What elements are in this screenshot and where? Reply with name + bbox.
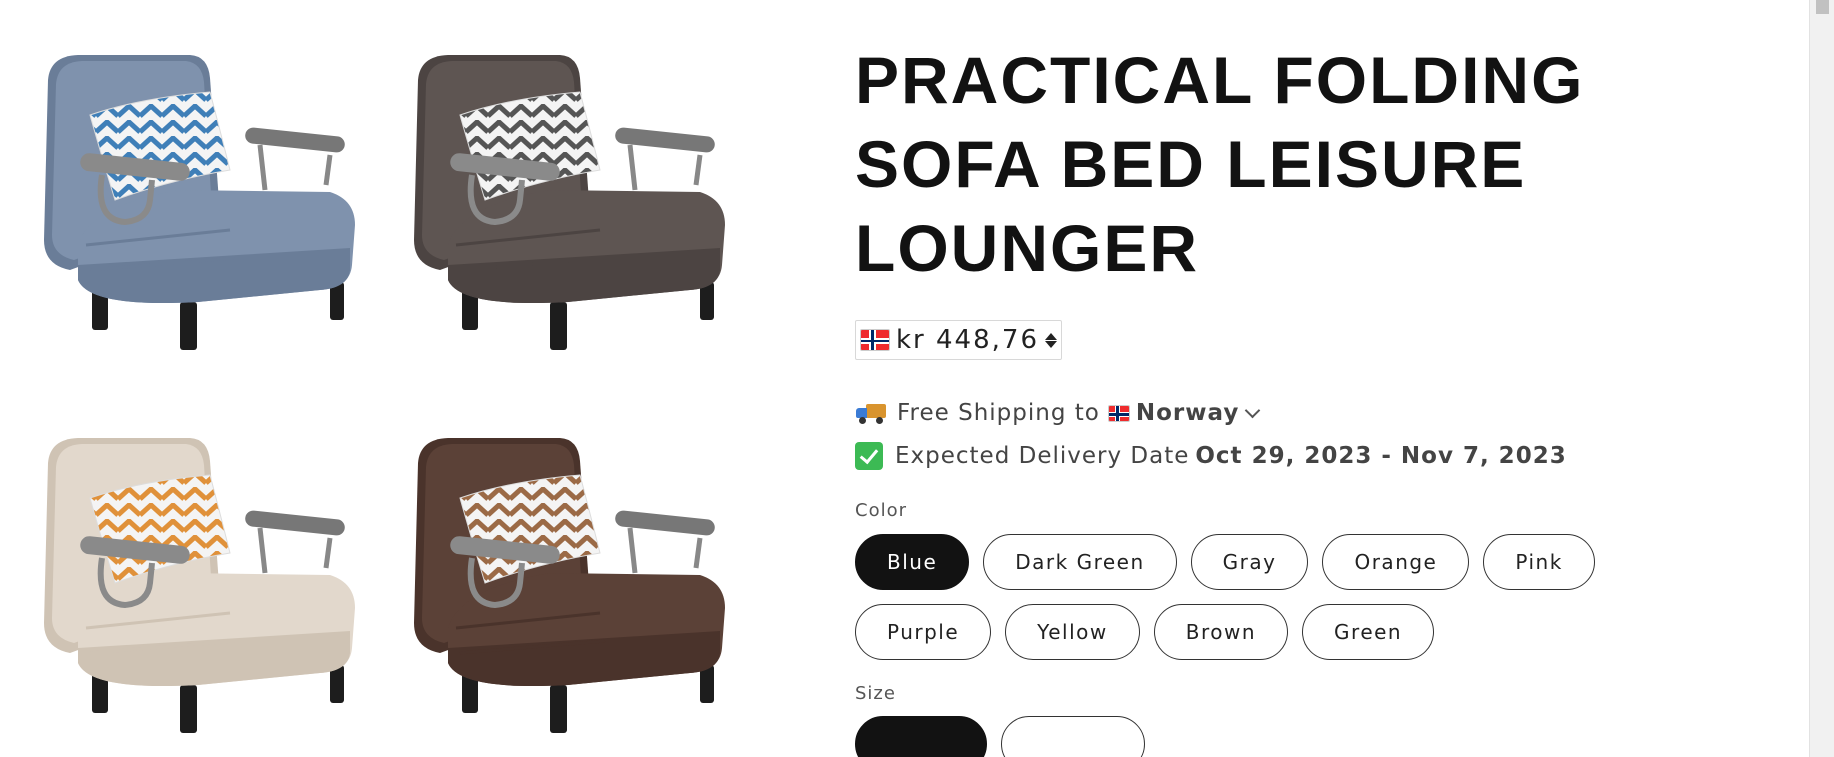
color-option-label: Color xyxy=(855,500,907,521)
country-selector[interactable]: Norway xyxy=(1107,400,1261,426)
norway-flag-icon xyxy=(1107,404,1130,422)
size-option-selected[interactable] xyxy=(855,716,987,757)
color-option-dark-green[interactable]: Dark Green xyxy=(983,534,1177,590)
gallery-thumbnail-beige[interactable] xyxy=(30,423,390,753)
color-options: Blue Dark Green Gray Orange Pink Purple Yellow… xyxy=(855,534,1615,660)
delivery-label: Expected Delivery Date xyxy=(895,443,1190,469)
gray-chair-image xyxy=(414,55,725,350)
brown-chair-image xyxy=(414,438,725,733)
color-option-orange[interactable]: Orange xyxy=(1322,534,1470,590)
product-gallery xyxy=(30,40,790,757)
product-title: PRACTICAL FOLDING SOFA BED LEISURE LOUNG… xyxy=(855,43,1585,285)
color-option-brown[interactable]: Brown xyxy=(1153,604,1289,660)
delivery-date-range: Oct 29, 2023 - Nov 7, 2023 xyxy=(1195,443,1567,469)
color-option-gray[interactable]: Gray xyxy=(1190,534,1309,590)
checkmark-icon xyxy=(855,442,883,470)
page-scrollbar[interactable] xyxy=(1809,0,1834,757)
size-options xyxy=(855,716,1735,757)
size-option[interactable] xyxy=(1001,716,1145,757)
product-price: kr 448,76 xyxy=(896,325,1039,355)
free-shipping-row: Free Shipping to Norway xyxy=(855,398,1735,428)
color-option-pink[interactable]: Pink xyxy=(1483,534,1595,590)
blue-chair-image xyxy=(44,55,355,350)
currency-price-selector[interactable]: kr 448,76 xyxy=(855,320,1062,360)
delivery-date-row: Expected Delivery Date Oct 29, 2023 - No… xyxy=(855,442,1735,470)
gallery-thumbnail-gray[interactable] xyxy=(400,40,760,370)
chevron-down-icon xyxy=(1245,402,1261,418)
product-info: PRACTICAL FOLDING SOFA BED LEISURE LOUNG… xyxy=(855,38,1735,757)
size-option-label: Size xyxy=(855,683,896,704)
gallery-thumbnail-brown[interactable] xyxy=(400,423,760,753)
norway-flag-icon xyxy=(860,329,890,351)
color-option-blue[interactable]: Blue xyxy=(855,534,970,590)
truck-icon xyxy=(855,402,887,424)
color-option-yellow[interactable]: Yellow xyxy=(1005,604,1140,660)
free-shipping-text: Free Shipping to xyxy=(897,400,1100,426)
gallery-thumbnail-blue[interactable] xyxy=(30,40,390,370)
color-option-green[interactable]: Green xyxy=(1302,604,1435,660)
shipping-country: Norway xyxy=(1135,400,1240,426)
beige-chair-image xyxy=(44,438,355,733)
color-option-purple[interactable]: Purple xyxy=(855,604,992,660)
sort-arrows-icon xyxy=(1045,332,1057,348)
scrollbar-thumb[interactable] xyxy=(1816,0,1829,14)
